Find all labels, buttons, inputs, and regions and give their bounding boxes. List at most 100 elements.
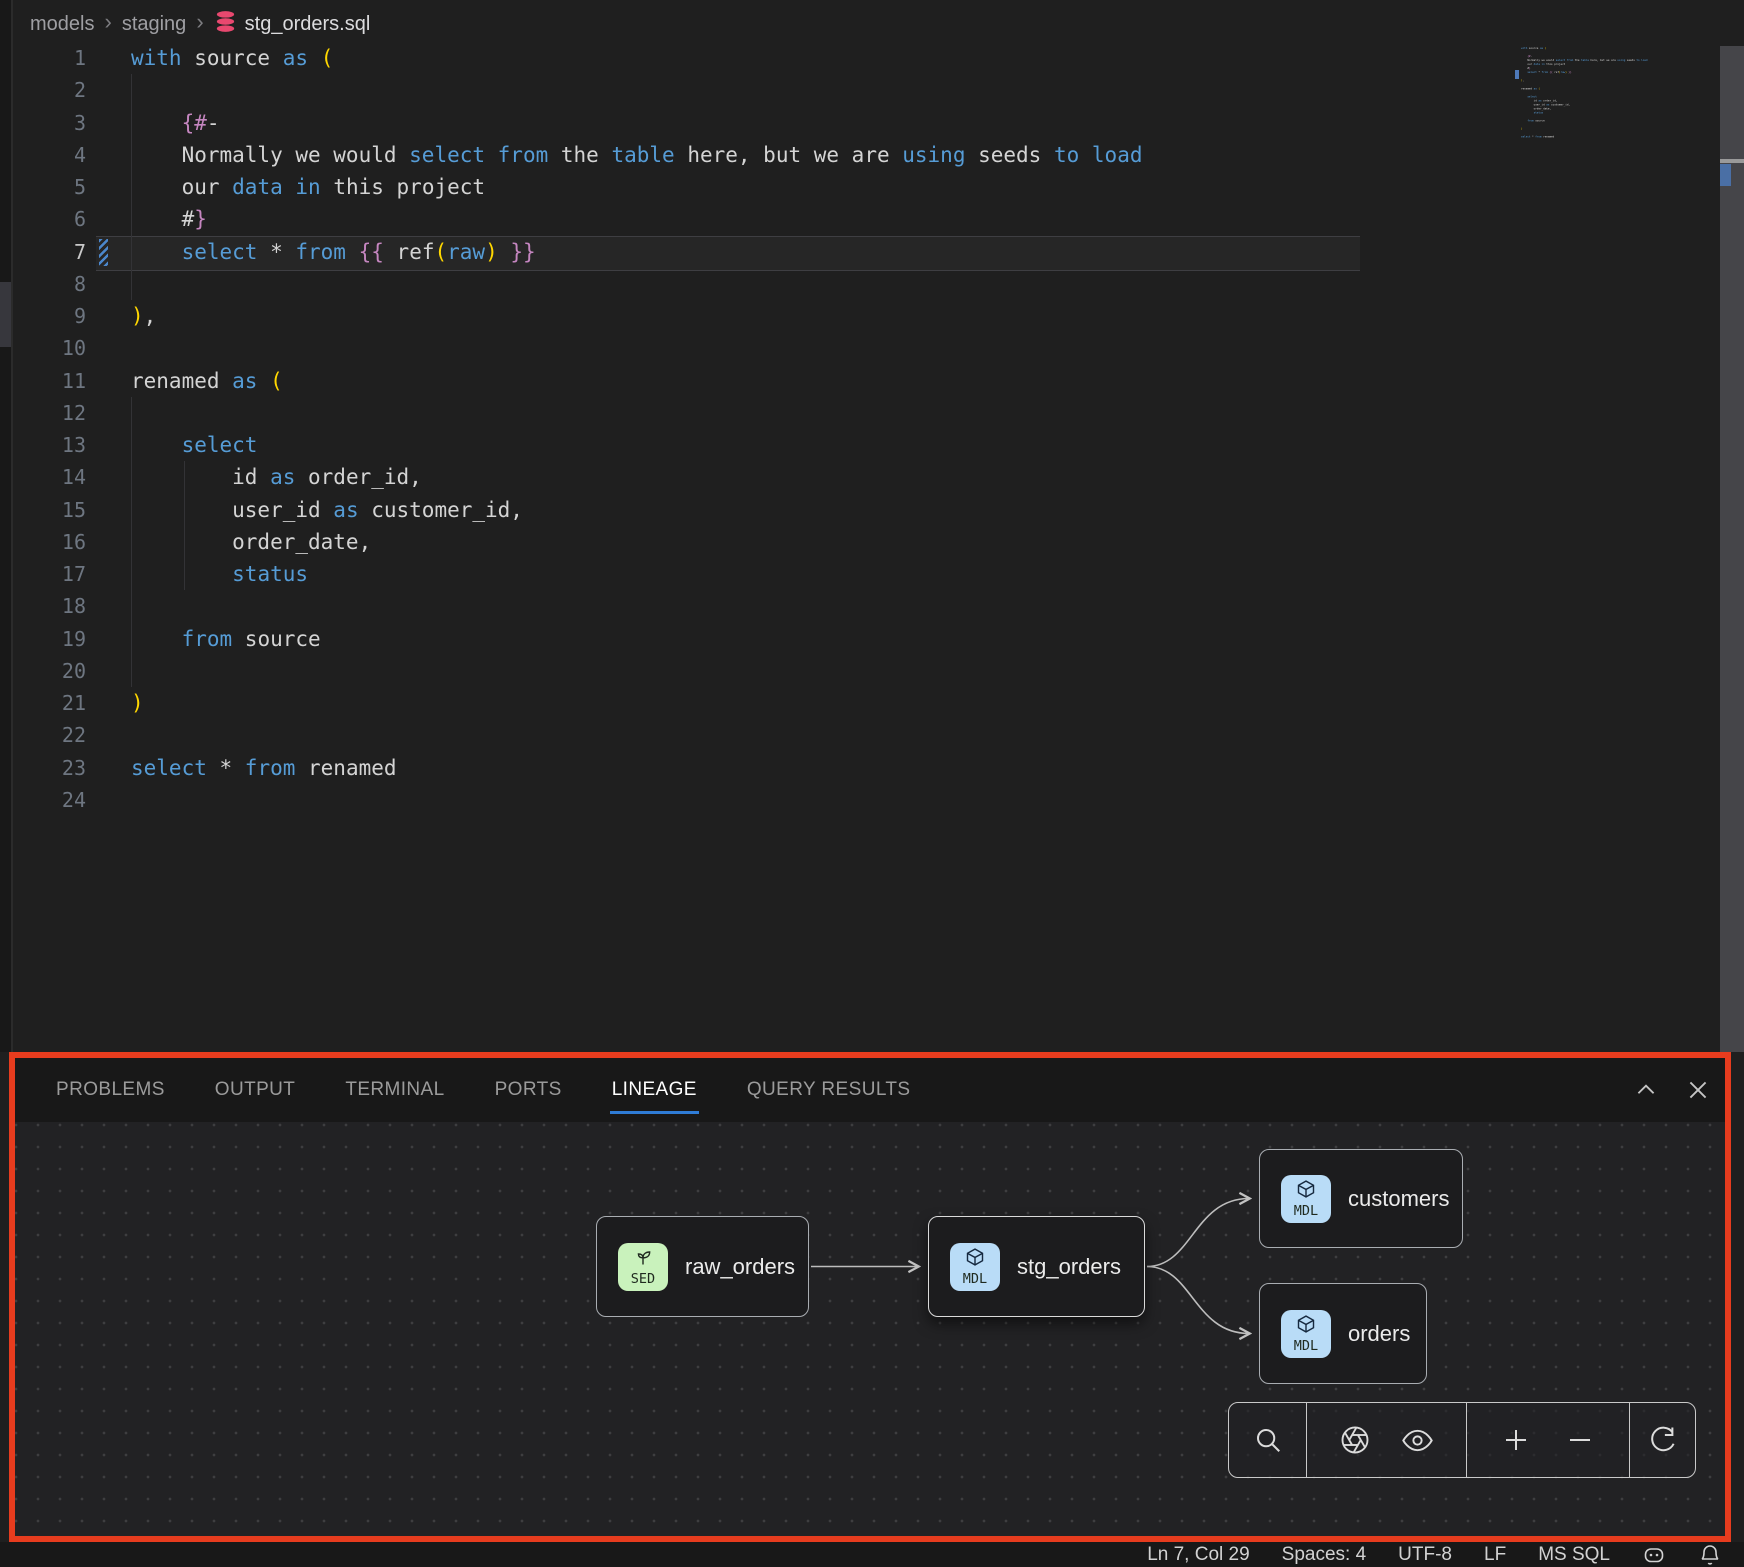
panel-tab-terminal[interactable]: TERMINAL	[345, 1058, 444, 1122]
encoding[interactable]: UTF-8	[1398, 1544, 1452, 1566]
lineage-node-raw_orders[interactable]: SEDraw_orders	[596, 1216, 809, 1317]
code-line[interactable]: 12	[0, 397, 1516, 429]
maximize-panel-button[interactable]	[1633, 1077, 1659, 1103]
code-line[interactable]: 3 {#-	[0, 107, 1516, 139]
minimap[interactable]: with source as ( {#- Normally we would s…	[1521, 46, 1711, 166]
code-token: (	[434, 240, 447, 264]
code-token: here, but we are	[675, 143, 903, 167]
breadcrumb-segment[interactable]: models	[30, 13, 94, 36]
cursor-position[interactable]: Ln 7, Col 29	[1147, 1544, 1249, 1566]
code-line[interactable]: 11renamed as (	[0, 365, 1516, 397]
breadcrumb-file[interactable]: stg_orders.sql	[214, 10, 371, 39]
panel-tab-problems[interactable]: PROBLEMS	[56, 1058, 165, 1122]
code-line[interactable]: 1with source as (	[0, 42, 1516, 74]
lineage-node-orders[interactable]: MDLorders	[1259, 1283, 1427, 1384]
code-token: Normally we would	[131, 143, 409, 167]
code-line[interactable]: 17 status	[0, 558, 1516, 590]
code-line[interactable]: 15 user_id as customer_id,	[0, 494, 1516, 526]
line-number: 12	[0, 397, 86, 429]
panel-tab-ports[interactable]: PORTS	[495, 1058, 562, 1122]
cube-badge: MDL	[1281, 1310, 1331, 1358]
code-line[interactable]: 24	[0, 784, 1516, 816]
indentation[interactable]: Spaces: 4	[1282, 1544, 1367, 1566]
lineage-canvas[interactable]: SEDraw_orders MDLstg_orders MDLcustomers MD…	[15, 1122, 1725, 1536]
code-line[interactable]: 8	[0, 268, 1516, 300]
code-line[interactable]: 22	[0, 719, 1516, 751]
line-number: 17	[0, 558, 86, 590]
line-number: 8	[0, 268, 86, 300]
code-token: from	[295, 240, 346, 264]
panel-tab-lineage[interactable]: LINEAGE	[612, 1058, 697, 1122]
bell-icon[interactable]	[1698, 1543, 1722, 1567]
code-token	[131, 111, 182, 135]
code-line[interactable]: 21)	[0, 687, 1516, 719]
search-icon[interactable]	[1253, 1425, 1283, 1455]
code-token: order_date,	[131, 530, 371, 554]
code-line[interactable]: 10	[0, 332, 1516, 364]
code-token: our	[131, 175, 232, 199]
zoom-out-icon[interactable]	[1565, 1425, 1595, 1455]
badge-label: SED	[631, 1273, 655, 1286]
code-token: }	[194, 207, 207, 231]
code-line[interactable]: 13 select	[0, 429, 1516, 461]
code-token: as	[270, 465, 295, 489]
panel-actions	[1633, 1058, 1711, 1122]
editor-scrollbar[interactable]	[1720, 46, 1744, 1052]
code-line[interactable]: 18	[0, 590, 1516, 622]
lineage-toolbar	[1228, 1402, 1696, 1478]
code-line[interactable]: 23select * from renamed	[0, 752, 1516, 784]
zoom-in-icon[interactable]	[1501, 1425, 1531, 1455]
code-token: seeds	[965, 143, 1054, 167]
code-line[interactable]: 7 select * from {{ ref(raw) }}	[0, 236, 1516, 268]
code-token: ,	[144, 304, 157, 328]
status-bar: Ln 7, Col 29 Spaces: 4 UTF-8 LF MS SQL	[0, 1542, 1744, 1567]
code-editor[interactable]: models › staging › stg_orders.sql 1 with …	[0, 0, 1744, 1052]
code-token: (	[270, 369, 283, 393]
code-line[interactable]: 20	[0, 655, 1516, 687]
line-number: 5	[0, 171, 86, 203]
code-token: select	[182, 240, 258, 264]
code-token: with	[131, 46, 182, 70]
overview-ruler-change-marker	[1720, 164, 1731, 186]
code-token: as	[232, 369, 257, 393]
code-area[interactable]: 1 with source as (23 {#-4 Normally we wou…	[0, 42, 1516, 816]
line-number: 10	[0, 332, 86, 364]
line-number: 1	[0, 42, 86, 74]
panel-tab-query-results[interactable]: QUERY RESULTS	[747, 1058, 911, 1122]
bottom-panel: PROBLEMS OUTPUT TERMINAL PORTS LINEAGE QUERY …	[9, 1052, 1731, 1542]
code-line[interactable]: 19 from source	[0, 623, 1516, 655]
code-line[interactable]: 2	[0, 74, 1516, 106]
breadcrumb-segment[interactable]: staging	[122, 13, 187, 36]
code-token: #	[131, 207, 194, 231]
code-line[interactable]: 9),	[0, 300, 1516, 332]
code-line[interactable]: 5 our data in this project	[0, 171, 1516, 203]
line-number: 18	[0, 590, 86, 622]
close-panel-button[interactable]	[1685, 1077, 1711, 1103]
code-token: raw	[447, 240, 485, 264]
lineage-node-customers[interactable]: MDLcustomers	[1259, 1149, 1463, 1248]
copilot-icon[interactable]	[1642, 1543, 1666, 1567]
line-number: 13	[0, 429, 86, 461]
code-token: to load	[1054, 143, 1143, 167]
database-icon	[214, 10, 237, 39]
aperture-icon[interactable]	[1340, 1425, 1370, 1455]
code-line[interactable]: 14 id as order_id,	[0, 461, 1516, 493]
refresh-icon[interactable]	[1648, 1425, 1678, 1455]
lineage-node-stg_orders[interactable]: MDLstg_orders	[928, 1216, 1145, 1317]
code-token: source	[232, 627, 321, 651]
line-number: 9	[0, 300, 86, 332]
code-token: }}	[510, 240, 535, 264]
panel-tab-output[interactable]: OUTPUT	[215, 1058, 296, 1122]
eol-sequence[interactable]: LF	[1484, 1544, 1506, 1566]
code-line[interactable]: 4 Normally we would select from the tabl…	[0, 139, 1516, 171]
breadcrumb: models › staging › stg_orders.sql	[30, 8, 370, 40]
code-token: (	[321, 46, 334, 70]
code-token: ref	[384, 240, 435, 264]
code-token	[257, 369, 270, 393]
eye-icon[interactable]	[1402, 1425, 1433, 1456]
cube-icon	[965, 1247, 985, 1272]
code-line[interactable]: 16 order_date,	[0, 526, 1516, 558]
code-line[interactable]: 6 #}	[0, 203, 1516, 235]
language-mode[interactable]: MS SQL	[1538, 1544, 1610, 1566]
overview-ruler-line-marker	[1720, 159, 1744, 163]
